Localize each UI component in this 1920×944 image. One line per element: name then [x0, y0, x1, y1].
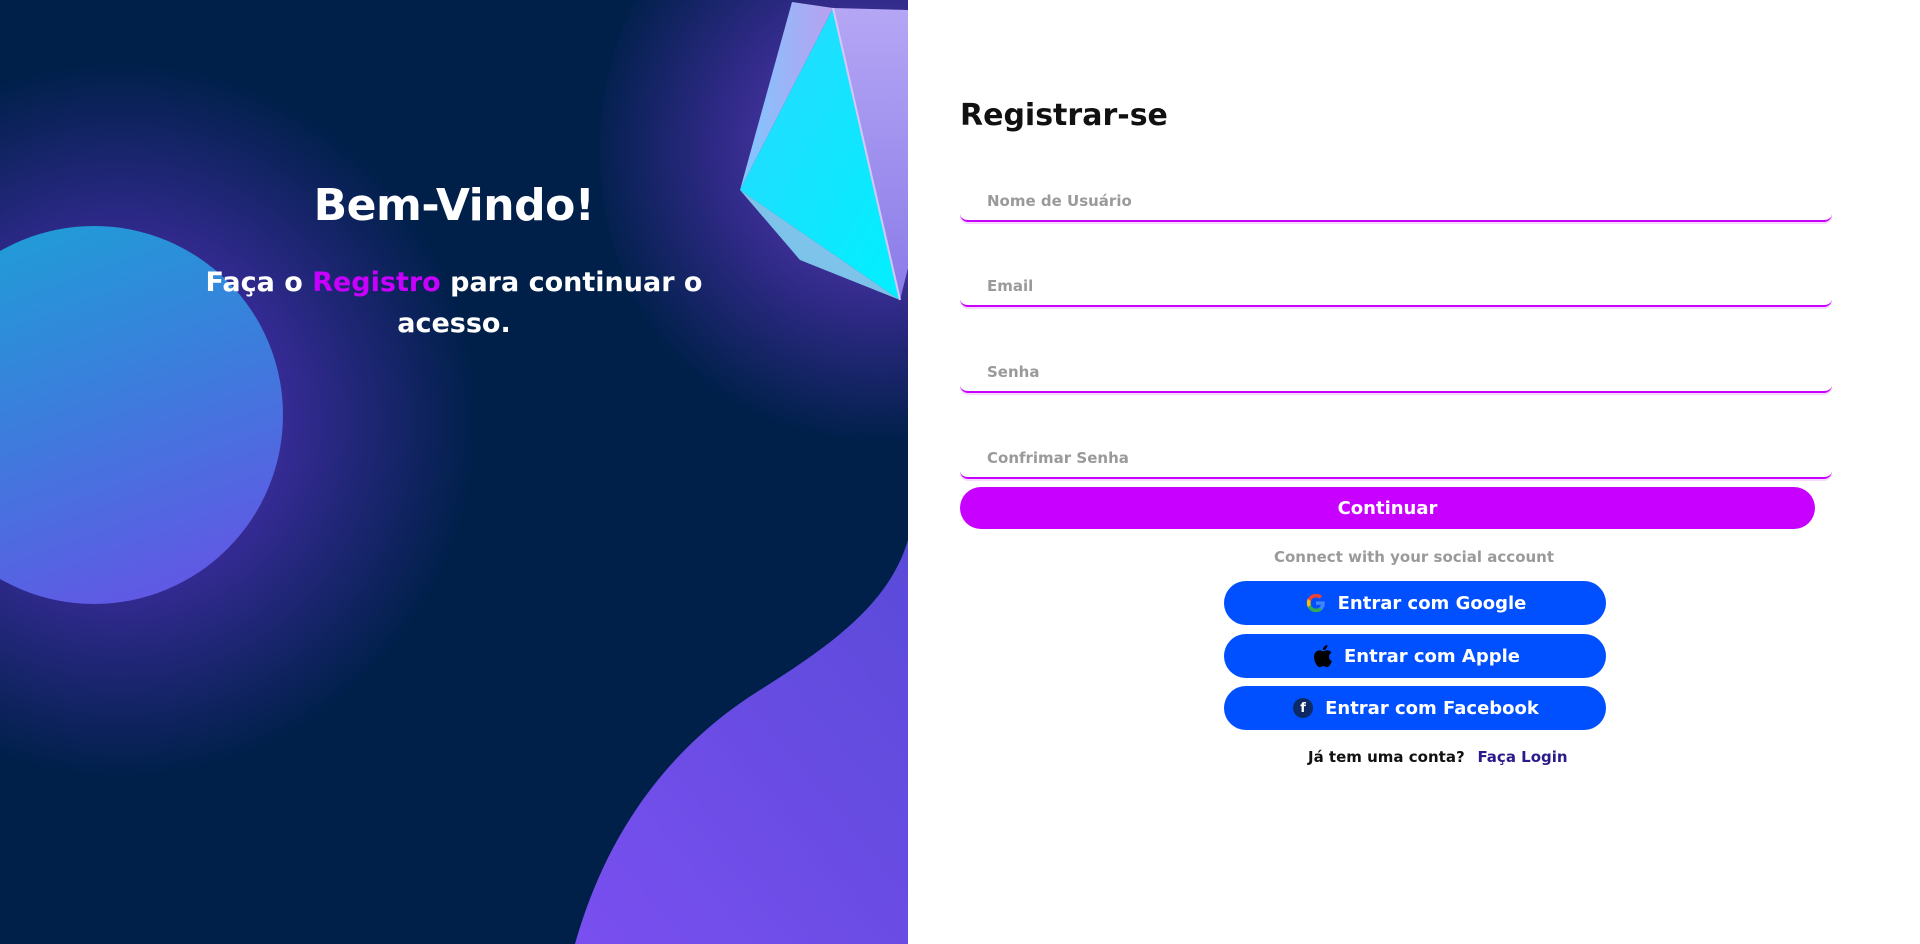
google-icon [1304, 591, 1328, 615]
apple-icon [1310, 644, 1334, 668]
facebook-icon: f [1291, 696, 1315, 720]
welcome-title: Bem-Vindo! [313, 180, 595, 231]
welcome-panel: Bem-Vindo! Faça o Registro para continua… [0, 0, 908, 944]
facebook-login-button[interactable]: f Entrar com Facebook [1224, 686, 1606, 730]
welcome-subtitle: Faça o Registro para continuar o acesso. [200, 262, 708, 344]
email-field[interactable] [960, 267, 1832, 307]
username-field[interactable] [960, 182, 1832, 222]
login-link[interactable]: Faça Login [1477, 748, 1567, 766]
crystal-gem-image [740, 2, 908, 301]
continue-button[interactable]: Continuar [960, 487, 1815, 529]
subtitle-suffix: para continuar o acesso. [397, 267, 703, 339]
apple-login-label: Entrar com Apple [1343, 645, 1521, 667]
social-caption-text: Connect with your social account [1273, 548, 1555, 566]
apple-login-button[interactable]: Entrar com Apple [1224, 634, 1606, 678]
google-login-label: Entrar com Google [1337, 592, 1527, 614]
password-field[interactable] [960, 353, 1832, 393]
login-question: Já tem uma conta? [1308, 748, 1465, 766]
google-login-button[interactable]: Entrar com Google [1224, 581, 1606, 625]
register-panel: Registrar-se Continuar Connect with your… [908, 0, 1920, 944]
form-title: Registrar-se [960, 98, 1168, 133]
subtitle-prefix: Faça o [205, 267, 303, 298]
confirm-password-field[interactable] [960, 439, 1832, 479]
facebook-login-label: Entrar com Facebook [1325, 697, 1539, 719]
login-prompt: Já tem uma conta? Faça Login [908, 748, 1920, 766]
social-caption: Connect with your social account [908, 548, 1920, 566]
subtitle-highlight: Registro [312, 267, 441, 298]
